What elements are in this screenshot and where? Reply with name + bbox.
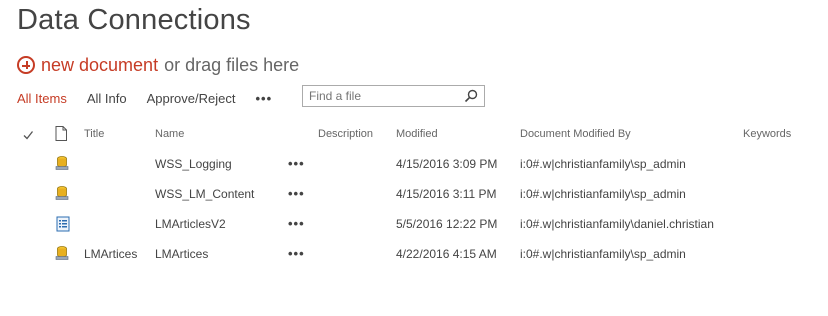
page-title: Data Connections <box>17 4 251 36</box>
row-name-link[interactable]: LMArtices <box>155 247 208 261</box>
search-input[interactable] <box>303 87 465 105</box>
row-menu-button[interactable]: ••• <box>288 216 305 231</box>
row-title: LMArtices <box>84 247 138 261</box>
document-list-icon <box>56 216 70 232</box>
drag-files-hint: or drag files here <box>164 54 300 75</box>
select-all-check-icon[interactable] <box>22 129 34 141</box>
row-menu-button[interactable]: ••• <box>288 246 305 261</box>
view-all-items[interactable]: All Items <box>17 91 67 106</box>
file-type-icon <box>55 126 67 141</box>
column-header-modified-by[interactable]: Document Modified By <box>520 128 631 140</box>
row-modified: 4/15/2016 3:09 PM <box>396 157 498 171</box>
row-modified: 5/5/2016 12:22 PM <box>396 217 498 231</box>
row-modified-by: i:0#.w|christianfamily\sp_admin <box>520 247 686 261</box>
database-icon <box>55 246 69 260</box>
database-icon <box>55 156 69 170</box>
column-header-description[interactable]: Description <box>318 128 373 140</box>
search-box <box>302 85 485 107</box>
add-circle-icon[interactable] <box>17 56 35 74</box>
row-name-link[interactable]: LMArticlesV2 <box>155 217 226 231</box>
row-modified: 4/22/2016 4:15 AM <box>396 247 497 261</box>
row-menu-button[interactable]: ••• <box>288 186 305 201</box>
view-approve-reject[interactable]: Approve/Reject <box>147 91 236 106</box>
search-icon[interactable] <box>464 89 478 103</box>
row-menu-button[interactable]: ••• <box>288 156 305 171</box>
row-modified: 4/15/2016 3:11 PM <box>396 187 497 201</box>
more-views-button[interactable]: ••• <box>255 91 272 106</box>
row-name-link[interactable]: WSS_Logging <box>155 157 232 171</box>
view-all-info[interactable]: All Info <box>87 91 127 106</box>
column-header-name[interactable]: Name <box>155 128 184 140</box>
column-header-modified[interactable]: Modified <box>396 128 438 140</box>
new-document-link[interactable]: new document <box>41 55 158 76</box>
row-name-link[interactable]: WSS_LM_Content <box>155 187 254 201</box>
row-modified-by: i:0#.w|christianfamily\sp_admin <box>520 157 686 171</box>
row-modified-by: i:0#.w|christianfamily\daniel.christian <box>520 217 714 231</box>
column-header-keywords[interactable]: Keywords <box>743 128 791 140</box>
column-header-title[interactable]: Title <box>84 128 104 140</box>
row-modified-by: i:0#.w|christianfamily\sp_admin <box>520 187 686 201</box>
view-selector: All Items All Info Approve/Reject ••• <box>17 88 272 108</box>
new-document-bar: new document or drag files here <box>17 52 299 78</box>
database-icon <box>55 186 69 200</box>
